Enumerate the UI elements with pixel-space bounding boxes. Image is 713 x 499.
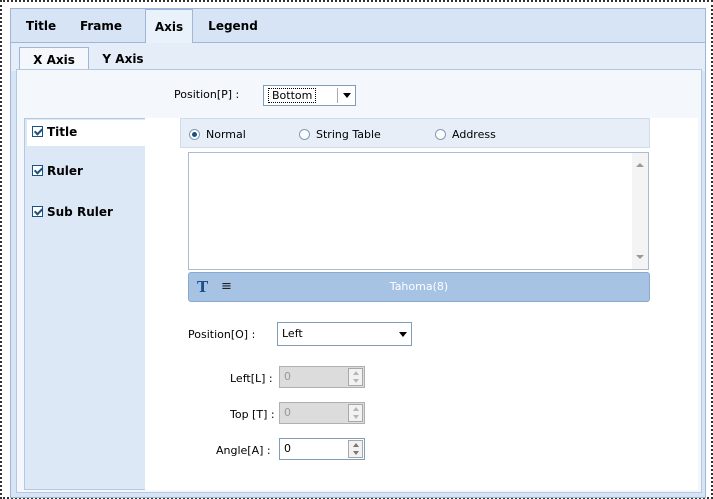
angle-spinner[interactable]: 0 [279,438,365,460]
divider [337,88,338,103]
spin-down-icon[interactable] [353,379,359,383]
spin-down-icon[interactable] [353,415,359,419]
scroll-down-icon[interactable] [636,255,644,259]
tab-frame[interactable]: Frame [75,9,127,43]
title-position-value: Left [282,327,303,340]
checkbox-checked-icon[interactable] [32,126,43,137]
radio-normal[interactable]: Normal [189,128,246,141]
section-title[interactable]: Title [27,120,145,146]
tab-legend[interactable]: Legend [201,9,265,43]
section-sub-ruler[interactable]: Sub Ruler [27,200,113,226]
spin-up-icon[interactable] [353,443,359,447]
section-ruler[interactable]: Ruler [27,159,83,185]
left-spinner[interactable]: 0 [279,366,365,388]
radio-string-table-label: String Table [316,128,381,141]
radio-address-label: Address [452,128,496,141]
top-value: 0 [284,406,291,419]
font-name[interactable]: Tahoma(8) [189,280,649,293]
axis-position-select[interactable]: Bottom [263,85,356,106]
section-ruler-label: Ruler [47,164,83,178]
radio-unselected-icon [299,129,310,140]
spin-up-icon[interactable] [353,371,359,375]
title-position-select[interactable]: Left [277,322,412,346]
radio-address[interactable]: Address [435,128,496,141]
title-position-label: Position[O] : [188,328,256,341]
spinner-buttons[interactable] [348,440,363,458]
left-value: 0 [284,370,291,383]
top-spinner[interactable]: 0 [279,402,365,424]
radio-string-table[interactable]: String Table [299,128,381,141]
tab-y-axis[interactable]: Y Axis [93,47,153,71]
radio-normal-label: Normal [206,128,246,141]
checkbox-checked-icon[interactable] [32,206,43,217]
spinner-buttons[interactable] [348,368,363,386]
radio-selected-icon [189,129,200,140]
spin-up-icon[interactable] [353,407,359,411]
spinner-buttons[interactable] [348,404,363,422]
spin-down-icon[interactable] [353,451,359,455]
axis-position-label: Position[P] : [174,88,240,101]
title-source-radio-group: Normal String Table Address [180,118,650,148]
scroll-up-icon[interactable] [636,163,644,167]
section-title-label: Title [47,125,78,139]
vertical-scrollbar[interactable] [632,153,648,269]
axis-position-value: Bottom [268,88,317,103]
tab-x-axis[interactable]: X Axis [19,47,89,71]
tab-axis[interactable]: Axis [145,9,193,44]
angle-label: Angle[A] : [216,444,271,457]
section-sub-ruler-label: Sub Ruler [47,205,113,219]
tab-title[interactable]: Title [19,9,63,43]
axis-tab-bar: X Axis Y Axis [11,43,705,71]
top-label: Top [T] : [230,408,275,421]
title-text-input[interactable] [188,152,649,270]
chevron-down-icon [343,93,351,98]
left-label: Left[L] : [230,372,273,385]
angle-value: 0 [284,442,291,455]
checkbox-checked-icon[interactable] [32,165,43,176]
chevron-down-icon [399,332,407,337]
radio-unselected-icon [435,129,446,140]
main-tab-bar: Title Frame Axis Legend [11,9,705,44]
font-toolbar: T ≡ Tahoma(8) [188,272,650,302]
